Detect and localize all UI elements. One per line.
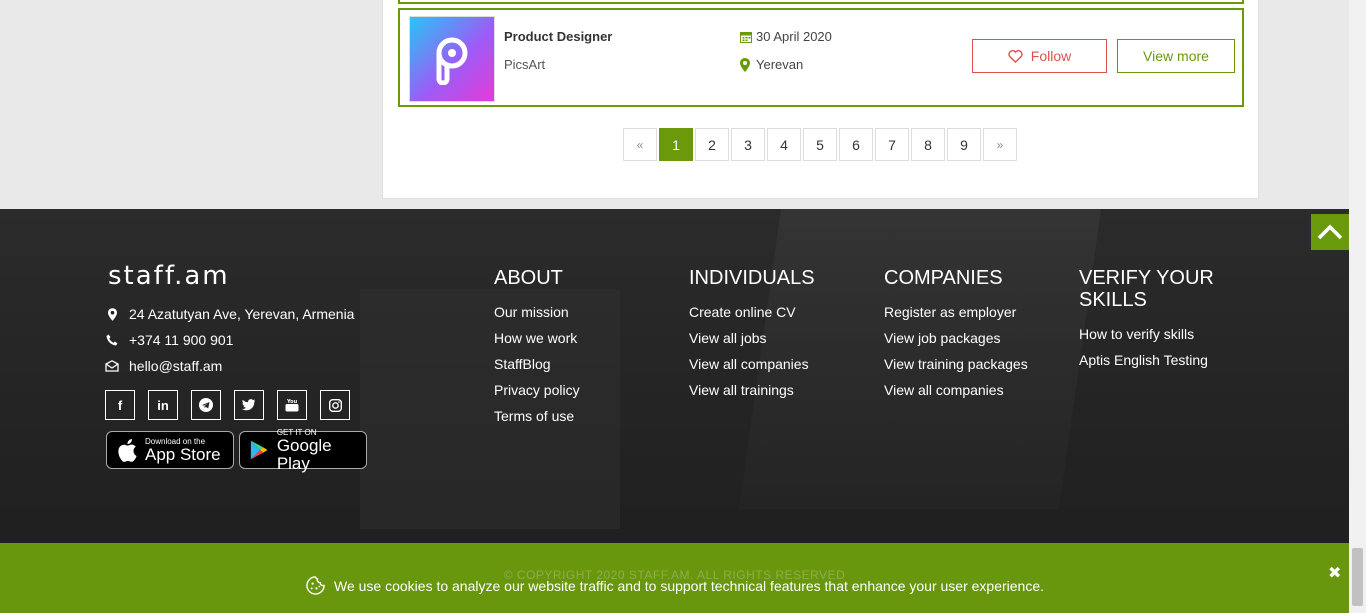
- company-name[interactable]: PicsArt: [504, 57, 545, 72]
- page-6[interactable]: 6: [839, 128, 873, 161]
- footer-logo[interactable]: staff.am: [108, 261, 230, 291]
- scrollbar-thumb[interactable]: [1352, 548, 1363, 606]
- google-play-big: Google Play: [276, 435, 332, 473]
- follow-label: Follow: [1030, 48, 1072, 64]
- footer-column-title: ABOUT: [494, 267, 563, 289]
- job-date-text: 30 April 2020: [756, 29, 832, 44]
- google-play-text: GET IT ON Google Play: [277, 428, 356, 473]
- footer-column-companies: COMPANIES Register as employer View job …: [884, 267, 1059, 403]
- footer-link[interactable]: View all companies: [884, 377, 1059, 403]
- youtube-icon[interactable]: You: [277, 390, 307, 420]
- calendar-icon: [740, 31, 752, 43]
- page-prev[interactable]: «: [623, 128, 657, 161]
- page-next[interactable]: »: [983, 128, 1017, 161]
- page-3[interactable]: 3: [731, 128, 765, 161]
- footer-column-title: VERIFY YOUR SKILLS: [1079, 267, 1214, 311]
- chevron-up-icon: [1317, 224, 1343, 240]
- footer-link[interactable]: How to verify skills: [1079, 321, 1239, 347]
- job-location: Yerevan: [740, 57, 803, 72]
- job-date: 30 April 2020: [740, 29, 832, 44]
- page-5[interactable]: 5: [803, 128, 837, 161]
- twitter-icon[interactable]: [234, 390, 264, 420]
- footer-link[interactable]: View job packages: [884, 325, 1059, 351]
- job-card[interactable]: Product Designer PicsArt 30 April 2020 Y…: [398, 8, 1244, 107]
- social-links: f in You: [105, 390, 350, 420]
- facebook-icon[interactable]: f: [105, 390, 135, 420]
- picsart-logo-icon: [436, 37, 468, 85]
- footer-address: 24 Azatutyan Ave, Yerevan, Armenia: [105, 306, 354, 322]
- location-pin-icon: [105, 307, 119, 321]
- page-9[interactable]: 9: [947, 128, 981, 161]
- view-more-button[interactable]: View more: [1117, 39, 1235, 73]
- footer-link[interactable]: Register as employer: [884, 299, 1059, 325]
- google-play-icon: [250, 440, 268, 460]
- job-location-text: Yerevan: [756, 57, 804, 72]
- telegram-icon[interactable]: [191, 390, 221, 420]
- footer-email-text[interactable]: hello@staff.am: [129, 358, 222, 374]
- app-store-badges: Download on the App Store GET IT ON Goog…: [106, 428, 367, 472]
- footer-address-text: 24 Azatutyan Ave, Yerevan, Armenia: [129, 306, 355, 322]
- footer-link[interactable]: View all companies: [689, 351, 864, 377]
- footer-link[interactable]: Terms of use: [494, 403, 664, 429]
- footer-link[interactable]: How we work: [494, 325, 664, 351]
- job-title[interactable]: Product Designer: [504, 29, 612, 44]
- svg-text:You: You: [286, 399, 298, 405]
- app-store-badge[interactable]: Download on the App Store: [106, 431, 234, 469]
- footer-link[interactable]: View training packages: [884, 351, 1059, 377]
- page-4[interactable]: 4: [767, 128, 801, 161]
- footer-email: hello@staff.am: [105, 358, 222, 374]
- page-8[interactable]: 8: [911, 128, 945, 161]
- page-1[interactable]: 1: [659, 128, 693, 161]
- company-logo[interactable]: [409, 16, 495, 102]
- footer-column-verify: VERIFY YOUR SKILLS How to verify skills …: [1079, 267, 1239, 373]
- instagram-icon[interactable]: [320, 390, 350, 420]
- footer-column-title: COMPANIES: [884, 267, 1003, 289]
- envelope-icon: [105, 360, 119, 372]
- scrollbar[interactable]: [1349, 0, 1366, 613]
- footer-link[interactable]: StaffBlog: [494, 351, 664, 377]
- previous-job-card[interactable]: [398, 0, 1244, 4]
- app-store-big: App Store: [145, 444, 221, 464]
- footer-link[interactable]: View all jobs: [689, 325, 864, 351]
- footer-column-individuals: INDIVIDUALS Create online CV View all jo…: [689, 267, 864, 403]
- linkedin-icon[interactable]: in: [148, 390, 178, 420]
- page-7[interactable]: 7: [875, 128, 909, 161]
- footer-column-title: INDIVIDUALS: [689, 267, 815, 289]
- pagination: « 1 2 3 4 5 6 7 8 9 »: [623, 128, 1017, 161]
- apple-icon: [118, 439, 137, 462]
- footer-link[interactable]: Our mission: [494, 299, 664, 325]
- footer-phone-text[interactable]: +374 11 900 901: [129, 332, 233, 348]
- footer-column-about: ABOUT Our mission How we work StaffBlog …: [494, 267, 664, 429]
- google-play-badge[interactable]: GET IT ON Google Play: [239, 428, 367, 472]
- location-pin-icon: [740, 57, 750, 72]
- copyright: © COPYRIGHT 2020 STAFF.AM. ALL RIGHTS RE…: [503, 568, 846, 582]
- scroll-to-top-button[interactable]: [1311, 214, 1349, 250]
- app-store-text: Download on the App Store: [145, 437, 221, 464]
- footer-phone: +374 11 900 901: [105, 332, 233, 348]
- heart-icon: [1008, 49, 1023, 63]
- footer-link[interactable]: Aptis English Testing: [1079, 347, 1239, 373]
- phone-icon: [105, 334, 119, 346]
- page-2[interactable]: 2: [695, 128, 729, 161]
- footer-link[interactable]: Create online CV: [689, 299, 864, 325]
- footer-link[interactable]: View all trainings: [689, 377, 864, 403]
- footer-link[interactable]: Privacy policy: [494, 377, 664, 403]
- follow-button[interactable]: Follow: [972, 39, 1107, 73]
